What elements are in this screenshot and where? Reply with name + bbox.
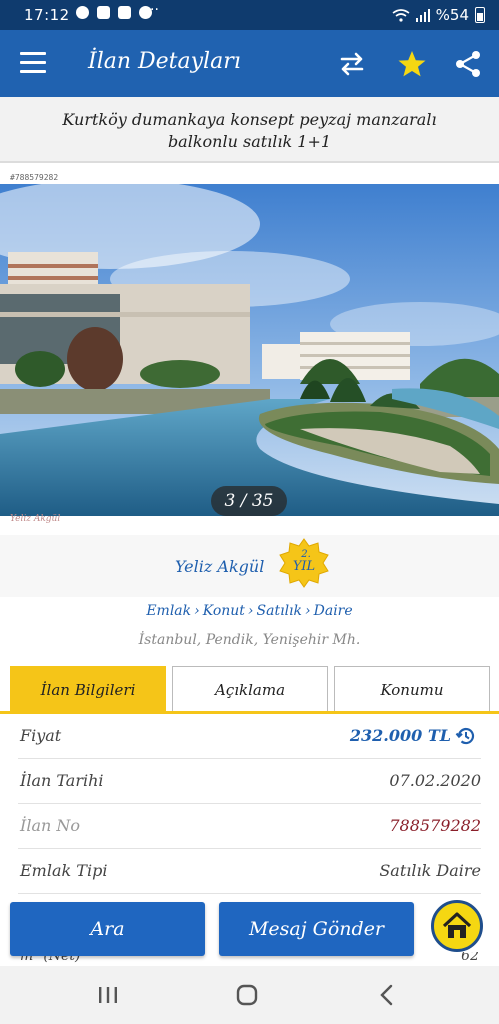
tab-konumu[interactable]: Konumu xyxy=(334,666,490,712)
page-title: İlan Detayları xyxy=(88,49,241,74)
tab-bar: İlan Bilgileri Açıklama Konumu xyxy=(0,666,499,714)
status-right: %54 xyxy=(392,6,485,24)
info-row-price: Fiyat 232.000 TL xyxy=(18,714,481,759)
breadcrumb-separator: › xyxy=(305,603,311,619)
nav-home-icon[interactable] xyxy=(232,981,262,1009)
breadcrumb-separator: › xyxy=(194,603,200,619)
date-label: İlan Tarihi xyxy=(20,771,104,790)
tab-ilan-bilgileri[interactable]: İlan Bilgileri xyxy=(10,666,166,712)
agent-name[interactable]: Yeliz Akgül xyxy=(175,557,264,576)
photo-gallery[interactable] xyxy=(0,184,499,516)
battery-percent: %54 xyxy=(435,6,469,24)
recent-apps-icon[interactable] xyxy=(93,981,123,1009)
listing-info: Fiyat 232.000 TL İlan Tarihi 07.02.2020 … xyxy=(0,714,499,894)
location-text: İstanbul, Pendik, Yenişehir Mh. xyxy=(138,632,361,648)
breadcrumb-emlak[interactable]: Emlak xyxy=(146,603,191,619)
listing-photo xyxy=(0,184,499,516)
notification-icons xyxy=(76,6,152,19)
info-row-listing-no: İlan No 788579282 xyxy=(18,804,481,849)
action-bar: Ara Mesaj Gönder xyxy=(0,895,499,965)
breadcrumb: Emlak › Konut › Satılık › Daire xyxy=(0,603,499,619)
property-type-label: Emlak Tipi xyxy=(20,861,108,880)
watermark: Yeliz Akgül xyxy=(10,514,61,524)
message-icon xyxy=(118,6,131,19)
listing-id-label: #788579282 xyxy=(10,173,59,182)
back-icon[interactable] xyxy=(372,981,402,1009)
call-button[interactable]: Ara xyxy=(10,902,205,956)
info-row-property-type: Emlak Tipi Satılık Daire xyxy=(18,849,481,894)
status-time: 17:12 xyxy=(24,6,70,24)
year-badge-icon: 2. YIL xyxy=(279,538,329,588)
price-value: 232.000 TL xyxy=(349,726,451,745)
status-bar: 17:12 ·· %54 xyxy=(0,0,499,30)
listing-no-value: 788579282 xyxy=(389,816,481,835)
breadcrumb-konut[interactable]: Konut xyxy=(203,603,245,619)
tab-aciklama[interactable]: Açıklama xyxy=(172,666,328,712)
breadcrumb-separator: › xyxy=(247,603,254,619)
home-icon xyxy=(442,912,472,938)
photo-counter: 3 / 35 xyxy=(211,486,287,516)
menu-icon[interactable] xyxy=(20,52,48,76)
property-type-value: Satılık Daire xyxy=(379,861,481,880)
agent-row: Yeliz Akgül 2. YIL xyxy=(0,535,499,597)
system-nav-bar xyxy=(0,966,499,1024)
date-value: 07.02.2020 xyxy=(389,771,481,790)
price-history-icon[interactable] xyxy=(455,725,477,747)
app-bar: İlan Detayları xyxy=(0,30,499,97)
listing-no-label: İlan No xyxy=(20,816,80,835)
home-button[interactable] xyxy=(431,900,483,952)
info-row-date: İlan Tarihi 07.02.2020 xyxy=(18,759,481,804)
price-label: Fiyat xyxy=(20,726,62,745)
more-notifications: ·· xyxy=(150,2,159,18)
listing-title: Kurtköy dumankaya konsept peyzaj manzara… xyxy=(0,97,499,163)
mail-icon xyxy=(97,6,110,19)
badge-text: YIL xyxy=(293,559,315,574)
signal-icon xyxy=(415,8,430,22)
whatsapp-icon xyxy=(76,6,89,19)
share-icon[interactable] xyxy=(452,48,484,80)
breadcrumb-daire[interactable]: Daire xyxy=(314,603,353,619)
wifi-icon xyxy=(392,8,410,22)
compare-arrows-icon[interactable] xyxy=(336,48,368,80)
battery-icon xyxy=(475,7,485,23)
breadcrumb-satilik[interactable]: Satılık xyxy=(257,603,302,619)
star-icon[interactable] xyxy=(396,48,428,80)
send-message-button[interactable]: Mesaj Gönder xyxy=(219,902,414,956)
